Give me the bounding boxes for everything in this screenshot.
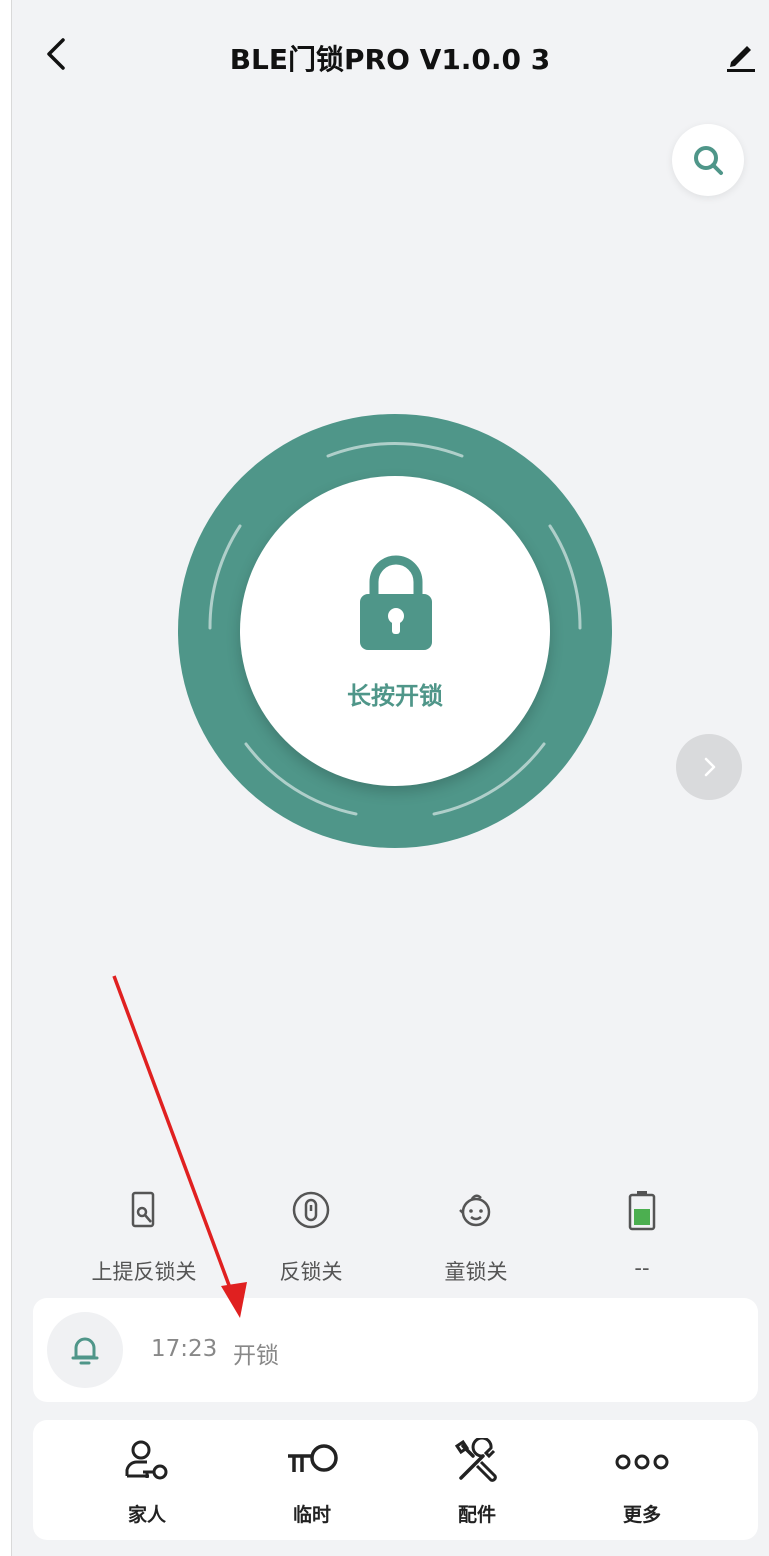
status-battery: --: [562, 1190, 722, 1280]
nav-label: 家人: [127, 1504, 166, 1526]
notification-time: 17:23: [151, 1336, 218, 1362]
bottom-nav: 家人 临时 配件 更多: [33, 1420, 758, 1540]
pencil-icon: [727, 46, 755, 72]
next-button[interactable]: [676, 734, 742, 800]
deadbolt-icon: [292, 1191, 330, 1229]
page-title: BLE门锁PRO V1.0.0 3: [229, 43, 551, 76]
padlock-icon: [360, 555, 432, 650]
notification-card[interactable]: 17:23 开锁: [33, 1298, 758, 1402]
nav-accessories[interactable]: 配件: [407, 1434, 547, 1527]
status-lift-deadlock: 上提反锁关: [64, 1190, 224, 1286]
search-icon: [694, 146, 723, 175]
nav-temporary[interactable]: 临时: [242, 1434, 382, 1527]
family-key-icon: [125, 1440, 168, 1480]
notification-text: 开锁: [233, 1343, 279, 1369]
tools-icon: [454, 1438, 497, 1482]
more-dots-icon: [615, 1454, 669, 1470]
bell-button: [47, 1312, 123, 1388]
header: BLE门锁PRO V1.0.0 3: [11, 0, 769, 110]
unlock-button[interactable]: 长按开锁: [178, 414, 612, 848]
status-deadlock: 反锁关: [231, 1190, 391, 1286]
status-row: 上提反锁关 反锁关 童锁关 --: [64, 1190, 724, 1290]
search-button[interactable]: [672, 124, 744, 196]
status-label: 上提反锁关: [91, 1260, 197, 1284]
nav-family[interactable]: 家人: [77, 1434, 217, 1527]
status-label: 反锁关: [279, 1260, 343, 1284]
status-label: --: [634, 1256, 650, 1280]
nav-label: 临时: [292, 1504, 331, 1526]
nav-label: 配件: [457, 1504, 496, 1526]
status-label: 童锁关: [444, 1260, 508, 1284]
lock-center: 长按开锁: [240, 476, 550, 786]
battery-icon: [628, 1191, 656, 1231]
status-child-lock: 童锁关: [396, 1190, 556, 1286]
child-face-icon: [459, 1194, 491, 1227]
edit-button[interactable]: [723, 36, 759, 72]
bell-icon: [71, 1337, 99, 1365]
nav-label: 更多: [622, 1504, 661, 1526]
left-edge: [0, 0, 12, 1556]
door-handle-icon: [131, 1191, 155, 1228]
nav-more[interactable]: 更多: [572, 1434, 712, 1527]
temporary-key-icon: [288, 1444, 338, 1472]
chevron-right-icon: [704, 757, 716, 777]
long-press-unlock-label: 长按开锁: [347, 682, 443, 710]
